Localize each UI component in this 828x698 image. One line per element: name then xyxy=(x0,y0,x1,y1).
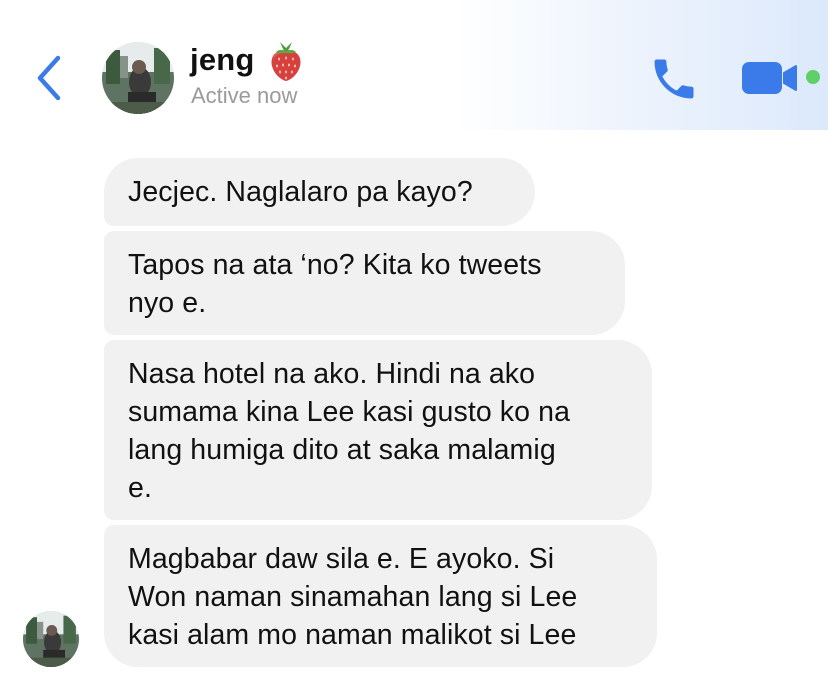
message-line: Nasa hotel na ako. Hindi na ako xyxy=(128,358,536,390)
contact-avatar[interactable] xyxy=(102,42,174,114)
chat-header: jeng Active now xyxy=(0,0,828,130)
message-line: sumama kina Lee kasi gusto ko na xyxy=(128,396,571,428)
message-line: Tapos na ata ‘no? Kita ko tweets xyxy=(128,249,542,281)
message-line: kasi alam mo naman malikot si Lee xyxy=(128,619,577,651)
phone-icon xyxy=(654,59,694,99)
contact-name[interactable]: jeng xyxy=(190,42,255,78)
chevron-left-icon xyxy=(37,55,61,101)
message-line: lang humiga dito at saka malamig xyxy=(128,434,556,466)
video-camera-icon xyxy=(742,62,797,94)
strawberry-emoji xyxy=(268,40,304,82)
back-button[interactable] xyxy=(30,52,70,104)
message-line: nyo e. xyxy=(128,287,207,319)
presence-status: Active now xyxy=(191,83,298,108)
message-line: Jecjec. Naglalaro pa kayo? xyxy=(128,176,473,208)
video-call-button[interactable] xyxy=(740,60,800,96)
sender-avatar[interactable] xyxy=(23,611,79,667)
message-bubble[interactable]: Nasa hotel na ako. Hindi na ako sumama k… xyxy=(104,340,652,520)
message-line: Won naman sinamahan lang si Lee xyxy=(128,581,578,613)
message-line: e. xyxy=(128,472,152,504)
message-bubble[interactable]: Jecjec. Naglalaro pa kayo? xyxy=(104,158,535,226)
online-indicator xyxy=(806,70,820,84)
message-bubble[interactable]: Tapos na ata ‘no? Kita ko tweets nyo e. xyxy=(104,231,625,335)
message-line: Magbabar daw sila e. E ayoko. Si xyxy=(128,543,555,575)
message-bubble[interactable]: Magbabar daw sila e. E ayoko. Si Won nam… xyxy=(104,525,657,667)
voice-call-button[interactable] xyxy=(648,53,700,105)
